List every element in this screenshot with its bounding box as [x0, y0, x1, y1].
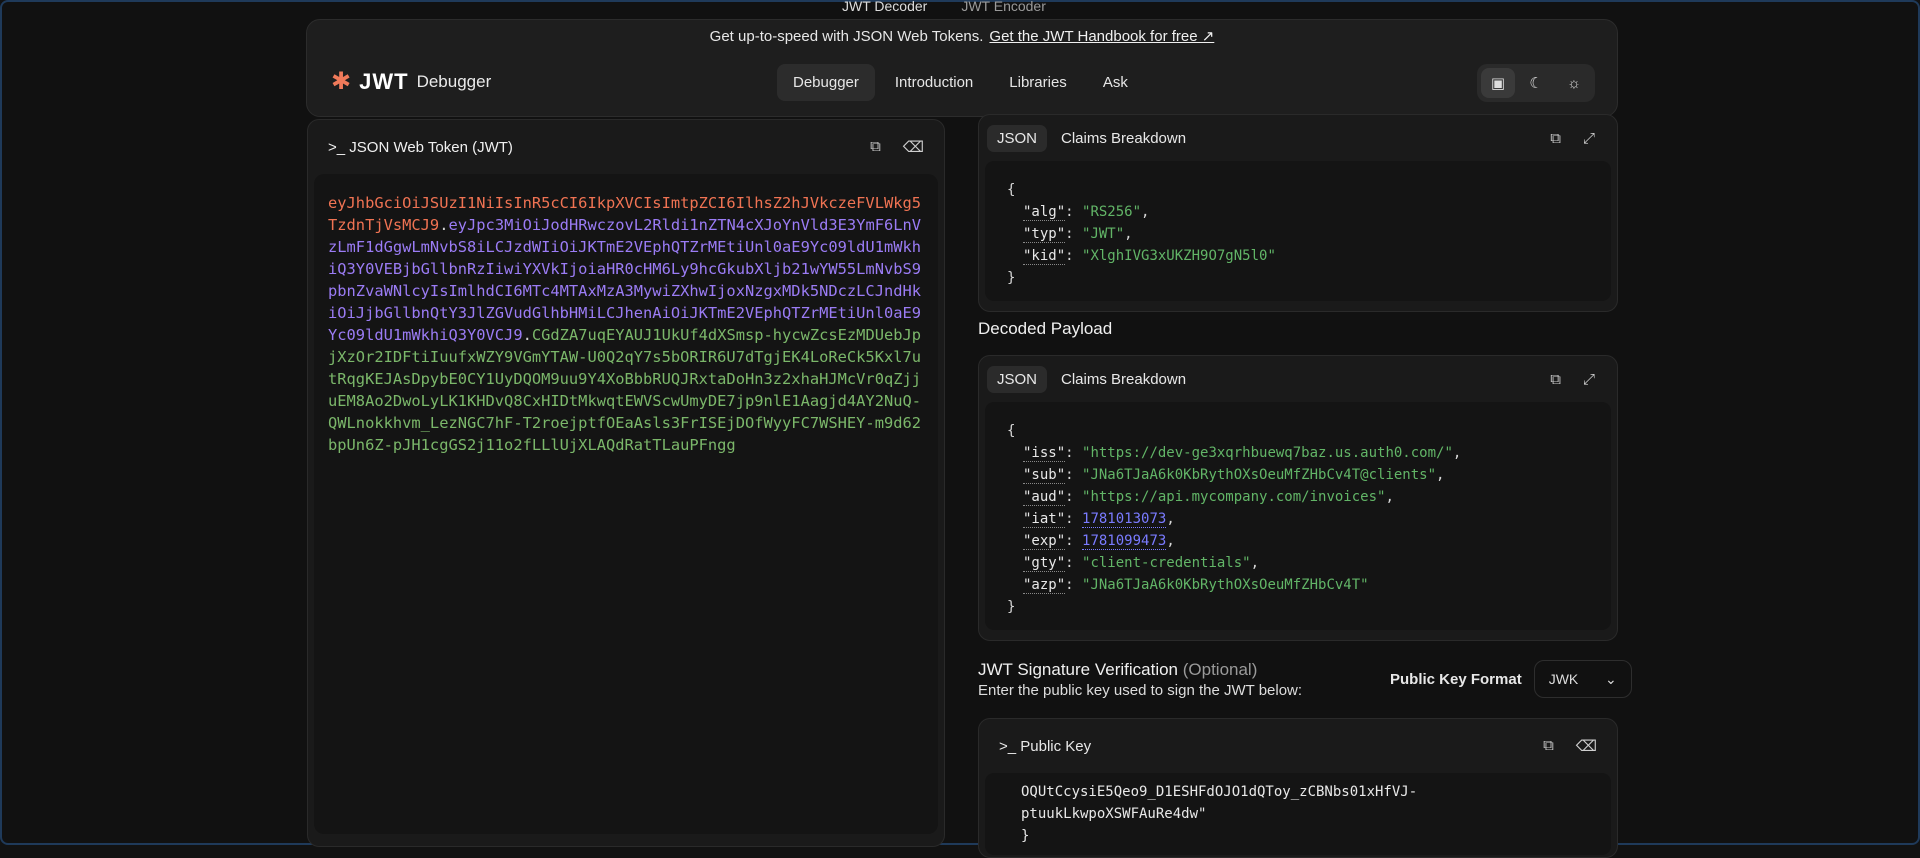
nav-ask[interactable]: Ask: [1087, 64, 1144, 101]
claim-value: "RS256": [1082, 204, 1142, 220]
brand[interactable]: ✱ JWT Debugger: [331, 69, 491, 95]
json-brace: {: [1007, 423, 1016, 439]
claim-key: "exp": [1023, 533, 1066, 550]
decoded-payload-json: { "iss": "https://dev-ge3xqrhbuewq7baz.us…: [985, 402, 1611, 630]
public-key-input[interactable]: OQUtCcysiE5Qeo9_D1ESHFdOJO1dQToy_zCBNbs0…: [985, 773, 1611, 855]
claim-value: 1781013073: [1082, 511, 1167, 528]
token-signature: CGdZA7uqEYAUJ1UkUf4dXSmsp-hycwZcsEzMDUeb…: [328, 326, 922, 454]
token-input[interactable]: eyJhbGciOiJSUzI1NiIsInR5cCI6IkpXVCIsImtp…: [314, 174, 938, 834]
json-claim-row: "iat": 1781013073,: [1023, 511, 1175, 528]
claim-key: "aud": [1023, 489, 1066, 506]
header-tab-claims[interactable]: Claims Breakdown: [1051, 125, 1196, 152]
payload-tab-json[interactable]: JSON: [987, 365, 1048, 393]
claim-value: "https://api.mycompany.com/invoices": [1082, 489, 1386, 505]
claim-key: "azp": [1023, 577, 1066, 594]
main-nav: Debugger Introduction Libraries Ask: [777, 64, 1144, 101]
copy-icon[interactable]: ⧉: [870, 138, 881, 156]
json-claim-row: "exp": 1781099473,: [1023, 533, 1175, 550]
claim-key: "kid": [1023, 248, 1066, 265]
verification-subtitle: Enter the public key used to sign the JW…: [978, 682, 1303, 699]
header-tab-json[interactable]: JSON: [987, 124, 1048, 152]
json-brace: }: [1007, 270, 1016, 286]
claim-key: "iat": [1023, 511, 1066, 528]
json-brace: {: [1007, 182, 1016, 198]
decoded-header-json: { "alg": "RS256", "typ": "JWT", "kid": "Xlg…: [985, 161, 1611, 301]
claim-key: "iss": [1023, 445, 1066, 462]
monitor-icon[interactable]: ▣: [1481, 68, 1515, 98]
format-label: Public Key Format: [1390, 670, 1522, 688]
brand-name: Debugger: [416, 72, 492, 91]
tab-jwt-decoder[interactable]: JWT Decoder: [832, 0, 937, 16]
json-claim-row: "typ": "JWT",: [1023, 226, 1133, 243]
public-key-title: >_ Public Key: [999, 737, 1092, 755]
decoded-header-card: JSON Claims Breakdown ⧉ ⤢ { "alg": "RS256…: [978, 114, 1618, 312]
clear-icon[interactable]: ⌫: [1576, 737, 1597, 755]
json-claim-row: "alg": "RS256",: [1023, 204, 1150, 221]
handbook-link[interactable]: Get the JWT Handbook for free ↗: [989, 27, 1214, 45]
claim-key: "sub": [1023, 467, 1066, 484]
decoded-payload-card: JSON Claims Breakdown ⧉ ⤢ { "iss": "https…: [978, 355, 1618, 641]
app-window: JWT Decoder JWT Encoder Get up-to-speed …: [0, 0, 1920, 858]
tab-jwt-encoder[interactable]: JWT Encoder: [951, 0, 1056, 16]
json-claim-row: "sub": "JNa6TJaA6k0KbRythOXsOeuMfZHbCv4T…: [1023, 467, 1445, 484]
claim-key: "alg": [1023, 204, 1066, 221]
claim-value: 1781099473: [1082, 533, 1167, 550]
theme-switcher: ▣ ☾ ☼: [1477, 64, 1595, 102]
json-brace: }: [1007, 599, 1016, 615]
claim-key: "typ": [1023, 226, 1066, 243]
decoded-payload-title: Decoded Payload: [978, 319, 1113, 338]
moon-icon[interactable]: ☾: [1519, 68, 1553, 98]
claim-value: "client-credentials": [1082, 555, 1251, 571]
claim-value: "JWT": [1082, 226, 1125, 242]
verification-title: JWT Signature Verification (Optional): [978, 660, 1258, 679]
json-claim-row: "iss": "https://dev-ge3xqrhbuewq7baz.us.…: [1023, 445, 1462, 462]
clear-icon[interactable]: ⌫: [903, 138, 924, 156]
copy-icon[interactable]: ⧉: [1543, 737, 1554, 755]
json-claim-row: "gty": "client-credentials",: [1023, 555, 1260, 572]
sun-icon[interactable]: ☼: [1557, 68, 1591, 98]
top-tabs: JWT Decoder JWT Encoder: [832, 0, 1056, 16]
payload-tab-claims[interactable]: Claims Breakdown: [1051, 366, 1196, 393]
public-key-card: >_ Public Key ⧉ ⌫ OQUtCcysiE5Qeo9_D1ESHF…: [978, 718, 1618, 858]
claim-value: "https://dev-ge3xqrhbuewq7baz.us.auth0.c…: [1082, 445, 1453, 461]
expand-icon[interactable]: ⤢: [1583, 130, 1595, 147]
nav-debugger[interactable]: Debugger: [777, 64, 875, 101]
json-claim-row: "kid": "XlghIVG3xUKZH9O7gN5l0": [1023, 248, 1276, 265]
chevron-down-icon: ⌄: [1604, 670, 1617, 687]
brand-logo-text: JWT: [359, 69, 409, 94]
copy-icon[interactable]: ⧉: [1550, 371, 1561, 388]
nav-introduction[interactable]: Introduction: [879, 64, 989, 101]
claim-key: "gty": [1023, 555, 1066, 572]
nav-libraries[interactable]: Libraries: [993, 64, 1083, 101]
token-payload: eyJpc3MiOiJodHRwczovL2Rldi1nZTN4cXJoYnVl…: [328, 216, 922, 344]
token-panel: >_ JSON Web Token (JWT) ⧉ ⌫ eyJhbGciOiJS…: [307, 119, 945, 847]
claim-value: "JNa6TJaA6k0KbRythOXsOeuMfZHbCv4T@client…: [1082, 467, 1437, 483]
copy-icon[interactable]: ⧉: [1550, 130, 1561, 147]
public-key-format: Public Key Format JWK ⌄: [1390, 660, 1632, 698]
site-header: Get up-to-speed with JSON Web Tokens. Ge…: [306, 19, 1618, 117]
claim-value: "JNa6TJaA6k0KbRythOXsOeuMfZHbCv4T": [1082, 577, 1369, 593]
promo-banner: Get up-to-speed with JSON Web Tokens. Ge…: [307, 20, 1617, 52]
jwt-logo-icon: ✱: [331, 68, 352, 95]
json-claim-row: "azp": "JNa6TJaA6k0KbRythOXsOeuMfZHbCv4T…: [1023, 577, 1369, 594]
format-select[interactable]: JWK ⌄: [1533, 660, 1632, 698]
banner-text: Get up-to-speed with JSON Web Tokens.: [709, 27, 984, 45]
json-claim-row: "aud": "https://api.mycompany.com/invoic…: [1023, 489, 1394, 506]
claim-value: "XlghIVG3xUKZH9O7gN5l0": [1082, 248, 1276, 264]
token-panel-title: >_ JSON Web Token (JWT): [328, 138, 513, 156]
expand-icon[interactable]: ⤢: [1583, 371, 1595, 388]
